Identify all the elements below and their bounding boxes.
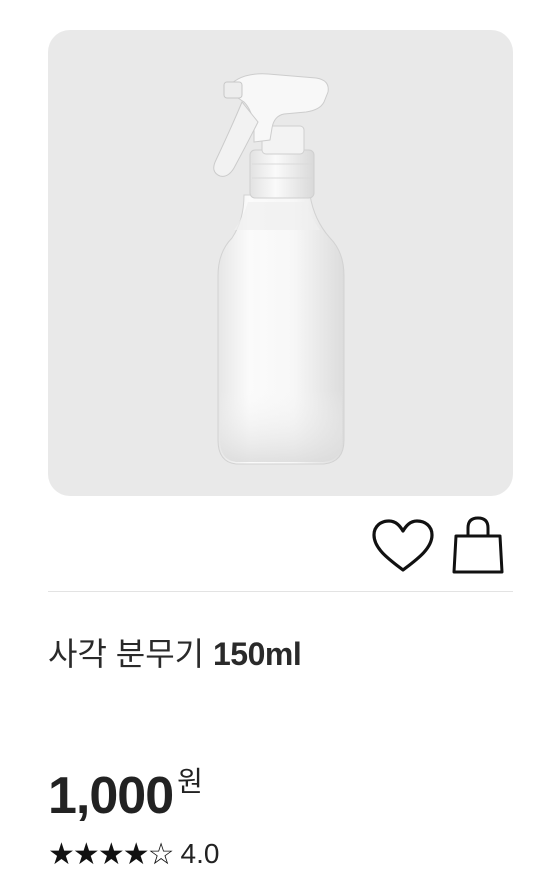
product-size: 150ml: [212, 636, 302, 672]
cart-button[interactable]: [450, 514, 510, 576]
star-filled-icon: ★: [72, 836, 100, 872]
price-currency: 원: [177, 766, 203, 797]
product-title[interactable]: 사각 분무기 150ml: [48, 632, 302, 676]
product-image[interactable]: [48, 30, 513, 496]
star-filled-icon: ★: [97, 836, 125, 872]
wish-button[interactable]: [370, 518, 436, 574]
product-rating: ★★★★☆ 4.0: [48, 834, 219, 874]
product-card[interactable]: 사각 분무기 150ml 1,000 원 ★★★★☆ 4.0: [0, 0, 539, 891]
product-actions: [368, 514, 513, 578]
heart-icon: [372, 519, 434, 572]
product-price: 1,000 원: [48, 752, 203, 839]
star-empty-icon: ☆: [147, 836, 175, 872]
spray-bottle-image: [213, 73, 345, 465]
star-filled-icon: ★: [122, 836, 150, 872]
star-filled-icon: ★: [48, 836, 75, 872]
divider: [48, 591, 513, 592]
rating-stars: ★★★★☆: [48, 836, 175, 872]
rating-score: 4.0: [180, 838, 220, 869]
product-name: 사각 분무기: [48, 636, 205, 672]
price-amount: 1,000: [48, 767, 174, 825]
shopping-bag-icon: [452, 516, 504, 574]
